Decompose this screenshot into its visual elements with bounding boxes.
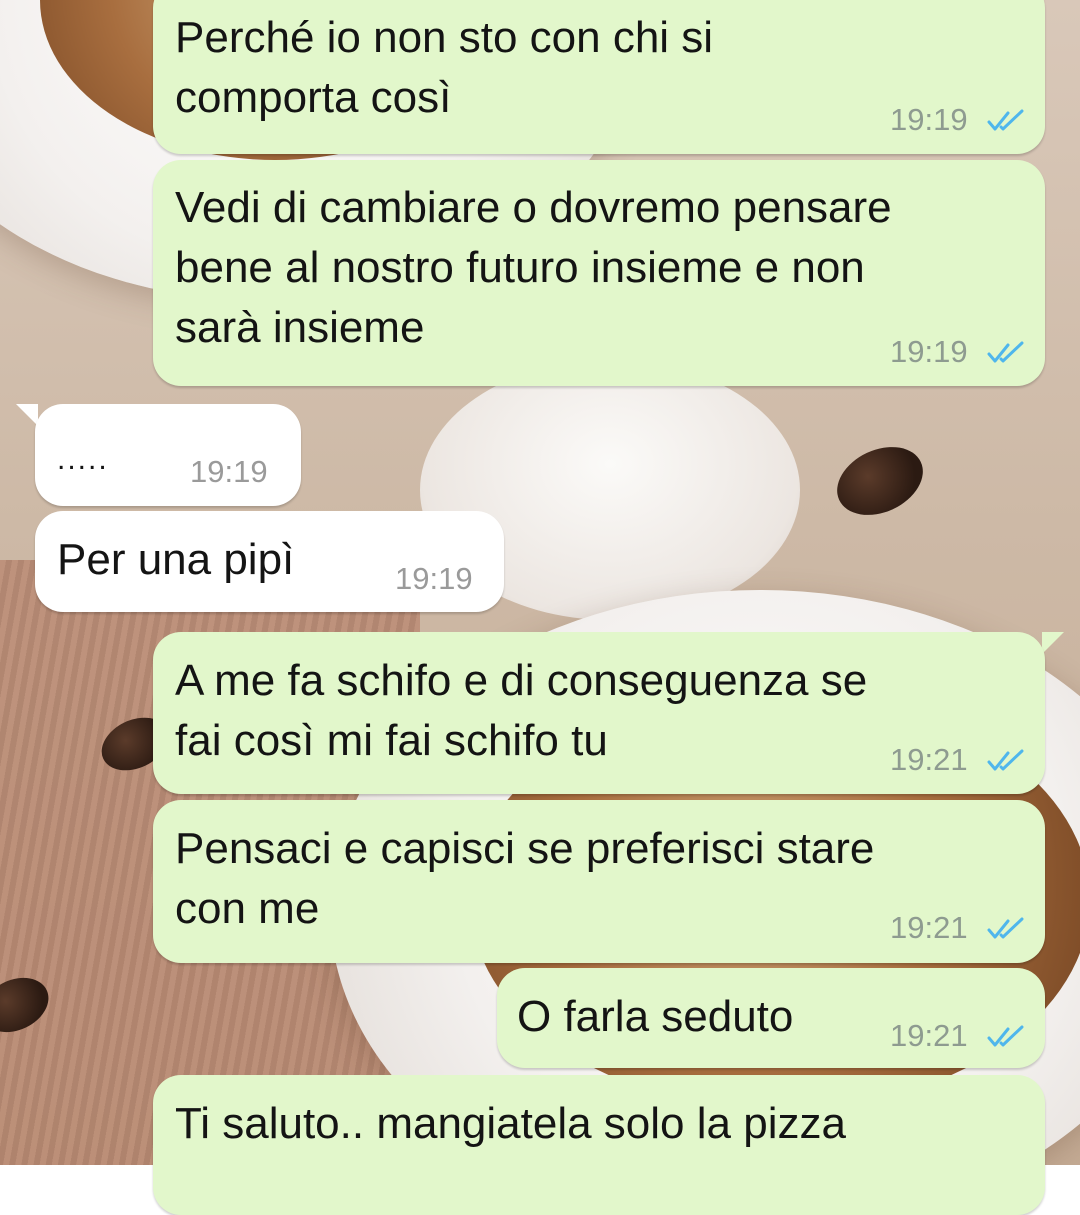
message-time: 19:19 xyxy=(395,561,473,596)
outgoing-message[interactable]: Perché io non sto con chi si comporta co… xyxy=(153,0,1045,154)
outgoing-message[interactable]: A me fa schifo e di conseguenza se fai c… xyxy=(153,632,1045,794)
message-time: 19:19 xyxy=(190,454,268,489)
message-text: Per una pipì xyxy=(57,535,295,584)
message-time: 19:21 xyxy=(890,742,968,777)
message-text: Ti saluto.. mangiatela solo la pizza xyxy=(175,1099,846,1148)
message-time: 19:21 xyxy=(890,1018,968,1053)
outgoing-message[interactable]: O farla seduto 19:21 xyxy=(497,968,1045,1068)
message-text: O farla seduto xyxy=(517,992,794,1041)
incoming-message[interactable]: Per una pipì 19:19 xyxy=(35,511,504,612)
double-check-icon xyxy=(987,749,1024,771)
message-text: Pensaci e capisci se preferisci stare co… xyxy=(175,824,875,933)
incoming-message[interactable]: ..... 19:19 xyxy=(35,404,301,506)
message-text: Vedi di cambiare o dovremo pensare bene … xyxy=(175,183,892,352)
double-check-icon xyxy=(987,341,1024,363)
message-time: 19:19 xyxy=(890,334,968,369)
message-text: A me fa schifo e di conseguenza se fai c… xyxy=(175,656,868,765)
outgoing-bubble-tail xyxy=(1042,632,1064,654)
outgoing-message[interactable]: Ti saluto.. mangiatela solo la pizza xyxy=(153,1075,1045,1215)
wallpaper-bean xyxy=(826,433,934,529)
message-text: ..... xyxy=(57,443,109,476)
double-check-icon xyxy=(987,917,1024,939)
outgoing-message[interactable]: Pensaci e capisci se preferisci stare co… xyxy=(153,800,1045,963)
incoming-bubble-tail xyxy=(16,404,38,426)
message-text: Perché io non sto con chi si comporta co… xyxy=(175,13,714,122)
double-check-icon xyxy=(987,1025,1024,1047)
message-time: 19:21 xyxy=(890,910,968,945)
double-check-icon xyxy=(987,109,1024,131)
outgoing-message[interactable]: Vedi di cambiare o dovremo pensare bene … xyxy=(153,160,1045,386)
message-time: 19:19 xyxy=(890,102,968,137)
